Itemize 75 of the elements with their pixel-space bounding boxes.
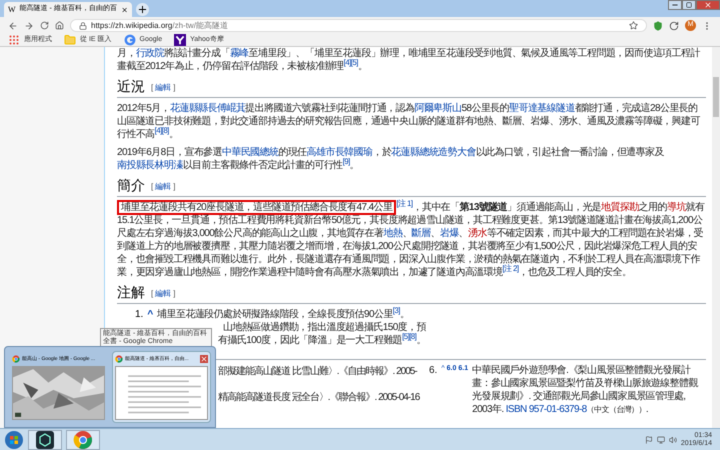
section-heading: 注解 [117,285,145,302]
bracket: [ [151,82,154,94]
home-button[interactable] [55,21,64,30]
link[interactable]: 高雄市長韓國瑜 [306,147,372,158]
section-heading: 簡介 [117,178,145,195]
paragraph: 中華民國戶外遊憩學會.《梨山風景區整體觀光發展計畫：參山國家風景區暨梨竹苗及脊樑山脈旅遊線整體觀光發展規劃》. 交通部觀光局參山國家風景區管理處, 2003年. ISBN 957-01-6379-8（中文（台灣））. [472,364,700,416]
new-tab-button[interactable] [136,3,149,16]
paragraph: 2012年5月，花蓮縣縣長傅崐萁提出將國道六號霧社到花蓮間打通，認為阿爾卑斯山58公里長的聖哥達基線隧道都能打通，完成這28公里長的山區隧道已非技術難題，對此交通部持過去的研究報告回應，通過中央山脈的隧道群有地熱、斷層、岩爆、湧水、通風及濃霧等障礙，興建可行性不高$^{[4][8]}$。 [117,102,702,141]
chrome-icon[interactable] [115,355,123,363]
flag-icon[interactable] [644,436,653,444]
highlight-box: 埔里至花蓮段共有20座長隧道，這些隧道預估總合長度有47.4公里 [117,200,396,215]
address-bar[interactable]: https://zh.wikipedia.org/zh-tw/能高隧道 [70,19,647,32]
link[interactable]: 中華民國總統 [222,147,278,158]
link[interactable]: 地質探勘 [601,202,639,213]
edit-link[interactable]: 編輯 [155,82,172,94]
back-button[interactable] [8,20,18,30]
bracket: ] [173,181,176,193]
lock-icon [79,22,87,30]
paragraph: 2019年6月8日，宣布參選中華民國總統的現任高雄市長韓國瑜，於花蓮縣總統造勢大會以此為口號，引起社會一番討論，但遭專家及 南投縣長林明溱以目前主客觀條件否定此計畫的可行性$^{[9]}$。 [117,146,665,172]
link[interactable]: 聖哥達基線隧道 [508,103,575,114]
paragraph: 月，行政院將該計畫分成「霧峰至埔里段」、「埔里至花蓮段」辦理，唯埔里至花蓮段受到地質、氣候及通風等工程問題，因而使這項工程計畫截至2012年為止，仍停留在評估階段，未被核准辦理$^{[4][5]}$。 [117,47,702,73]
reference-link[interactable]: [3] [392,306,400,315]
extension-icon[interactable] [669,20,679,30]
bracket: [ [151,181,154,193]
link[interactable]: 花蓮縣縣長傅崐萁 [170,103,246,114]
volume-icon[interactable] [668,436,677,444]
paragraph: 有攝氏100度，因此「降溫」是一大工程難題$^{[5][8]}$。 [218,334,426,347]
link[interactable]: 岩爆 [440,228,459,239]
paragraph: 埔里至花蓮段仍處於研擬路線階段，全線長度預估90公里$^{[3]}$。 [157,308,410,321]
url-text: https://zh.wikipedia.org/zh-tw/能高隧道 [91,20,228,32]
maximize-button[interactable] [682,0,696,10]
link[interactable]: 南投縣長林明溱 [117,160,183,171]
start-button[interactable] [4,430,24,450]
reference-link[interactable]: [4][8] [154,126,169,135]
google-icon [124,34,136,46]
link[interactable]: 斷層 [412,228,430,239]
edit-link[interactable]: 編輯 [155,181,172,193]
chrome-icon[interactable] [73,430,93,450]
minimize-button[interactable] [668,0,682,10]
link[interactable]: 地熱 [383,228,402,239]
paragraph: 埔里至花蓮段共有20座長隧道，這些隧道預估總合長度有47.4公里 $^{[注 1]}$，其中在「第13號隧道」須通過能高山，光是地質探勘之用的導坑就有15.1公里長，一旦貫通，預估工程費用將耗資新台幣50億元，其長度將超過雪山隧道，其工程難度更甚。第13號隧道隧道計畫在海拔高1,200公尺處左右穿過海拔3,000餘公尺高的能高山之山腹，其地質存在著地熱、斷層、岩爆、湧水等不確定因素，而其中最大的工程問題在於岩爆，受到隧道上方的地層被覆擠壓，其壓力隨岩覆之增而增，在海拔1,200公尺處開挖隧道，其岩覆將至少有1,500公尺，因此岩爆深危工程人員的安全，也會摧毀工程機具而難以進行。此外，長隧道還存有通風問題，因深入山腹作業，淤積的熱氣在隧道內，不利於工程人員在高溫環境下作業，更因穿過廬山地熱區，開挖作業過程中隨時會有高壓水蒸氣噴出，加遽了隧道內高溫環境$^{[注 2]}$，也危及工程人員的安全。 [117,201,706,279]
caret-link[interactable]: ^ [147,308,154,321]
reference-number: 6. [429,364,438,378]
folder-icon [64,34,76,46]
bookmark-star-icon[interactable] [629,21,638,30]
network-icon[interactable] [656,436,665,444]
shield-icon[interactable] [653,20,663,30]
bracket: [ [151,288,154,300]
link[interactable]: 導坑 [666,202,686,213]
link[interactable]: 行政院 [136,48,164,59]
link[interactable]: 花蓮縣總統造勢大會 [391,147,476,158]
reference-link[interactable]: [注 1] [396,199,413,208]
reference-text: 部擬建能高山隧道 比雪山難〉.《自由時報》. 2005- [218,365,417,378]
link[interactable]: ISBN 957-01-6379-8 [506,404,587,415]
reference-text: 精高能高隧道長度 冠全台〉.《聯合報》. 2005-04-16 [218,391,420,404]
wikipedia-icon: W [8,4,16,16]
forward-button[interactable] [24,20,34,30]
link[interactable]: 湧水 [468,228,487,239]
edit-link[interactable]: 編輯 [155,288,172,300]
paragraph: 山地熱區做過鑽勘，指出溫度超過攝氏150度，預 [223,321,426,333]
bracket: ] [173,288,176,300]
link[interactable]: 霧峰 [230,48,249,59]
chrome-icon[interactable] [12,355,20,363]
app-icon[interactable] [35,430,55,450]
bracket: ] [173,82,176,94]
apps-icon [8,34,20,46]
reference-link[interactable]: [4][5] [344,58,358,67]
reference-link[interactable]: [9] [342,157,350,166]
note-number: 1. [135,308,144,321]
close-icon[interactable] [120,6,128,14]
section-heading: 近況 [117,79,145,96]
reference-link[interactable]: [5][8] [402,332,416,341]
reload-button[interactable] [40,21,49,30]
reference-link[interactable]: [注 2] [502,264,519,273]
link[interactable]: 阿爾卑斯山 [414,103,462,114]
